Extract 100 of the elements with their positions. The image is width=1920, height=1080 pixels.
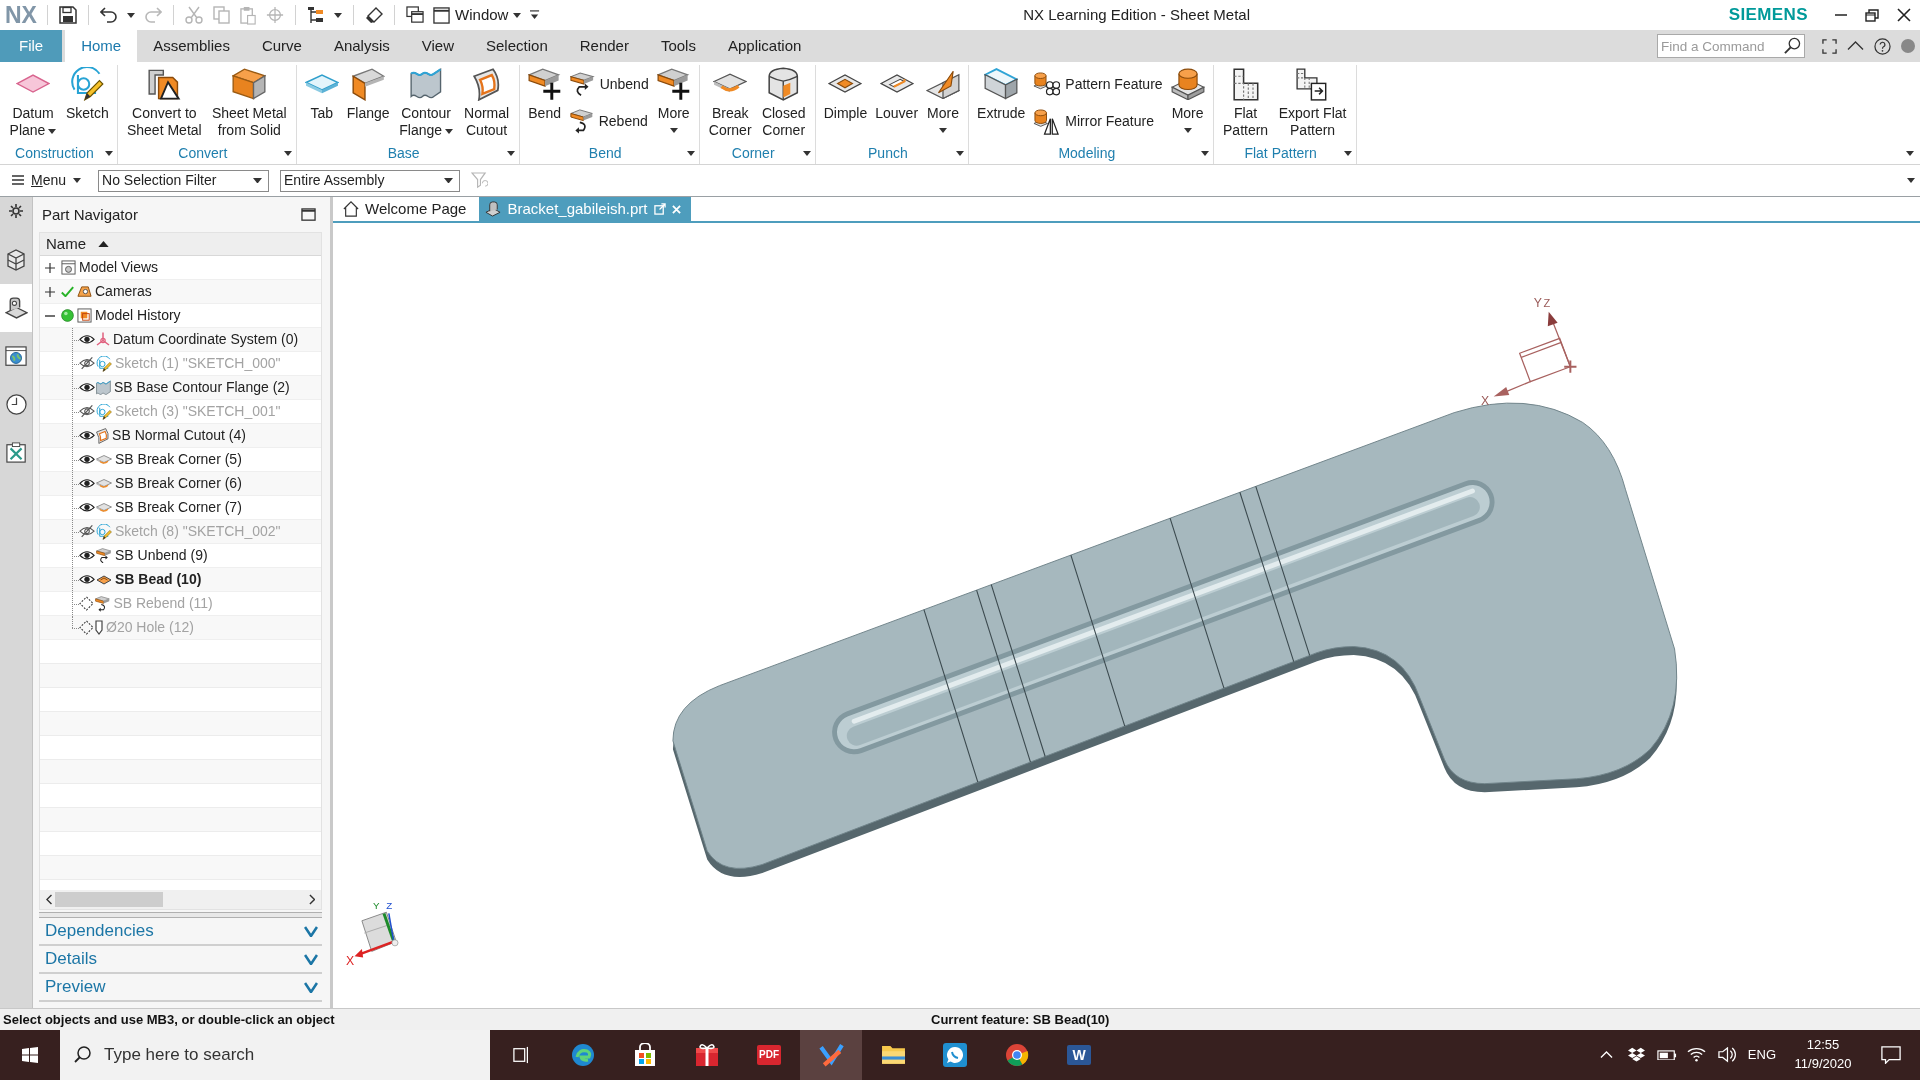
ribbon-tab[interactable]: Application: [711, 30, 818, 62]
expand-icon[interactable]: [45, 286, 55, 297]
menu-button[interactable]: Menu: [0, 172, 88, 189]
datum-csys-drawing[interactable]: [1493, 311, 1578, 397]
taskbar-button[interactable]: W: [1048, 1030, 1110, 1080]
volume-icon[interactable]: [1717, 1047, 1736, 1063]
ribbon-button[interactable]: Closed Corner: [756, 65, 811, 139]
battery-icon[interactable]: [1656, 1049, 1677, 1061]
caret-icon[interactable]: [1200, 151, 1209, 156]
caret-icon[interactable]: [956, 151, 965, 156]
clock-date[interactable]: 11/9/2020: [1794, 1055, 1852, 1074]
resource-tab[interactable]: [0, 284, 32, 332]
eye-icon[interactable]: [79, 502, 95, 513]
horizontal-scrollbar[interactable]: [40, 890, 321, 909]
expand-icon[interactable]: [45, 262, 55, 273]
ribbon-button[interactable]: Contour Flange: [393, 65, 459, 139]
eye-icon[interactable]: [79, 430, 95, 441]
caret-icon[interactable]: [104, 151, 113, 156]
collapse-icon[interactable]: [45, 314, 55, 317]
ribbon-tab[interactable]: Render: [563, 30, 645, 62]
search-icon[interactable]: [74, 1046, 91, 1063]
diamond-grid-icon[interactable]: [1628, 1047, 1646, 1063]
ribbon-button[interactable]: Sheet Metal from Solid: [206, 65, 292, 139]
dashed-diamond-icon[interactable]: [79, 596, 94, 611]
maximize-icon[interactable]: [301, 207, 316, 222]
tree-item[interactable]: SB Break Corner (6): [40, 472, 321, 496]
tree-item[interactable]: SB Unbend (9): [40, 544, 321, 568]
ribbon-tab[interactable]: Selection: [470, 30, 564, 62]
scope-dropdown[interactable]: Entire Assembly: [280, 169, 461, 192]
ribbon-button[interactable]: Normal Cutout: [458, 65, 515, 139]
fullscreen-icon[interactable]: [1822, 38, 1837, 54]
caret-icon[interactable]: [802, 151, 811, 156]
ribbon-button[interactable]: Flat Pattern: [1217, 65, 1274, 139]
ribbon-tab[interactable]: Analysis: [317, 30, 406, 62]
windows-icon[interactable]: [406, 6, 425, 24]
caret-icon[interactable]: [1343, 151, 1352, 156]
ribbon-button[interactable]: Break Corner: [703, 65, 757, 139]
section-header[interactable]: Preview: [39, 974, 322, 1002]
ribbon-button[interactable]: Mirror Feature: [1029, 108, 1167, 135]
tree-item[interactable]: SB Bead (10): [40, 568, 321, 592]
dashed-diamond-icon[interactable]: [79, 620, 94, 635]
tree-item[interactable]: SB Normal Cutout (4): [40, 424, 321, 448]
ribbon-tab[interactable]: View: [405, 30, 470, 62]
ribbon-button[interactable]: Pattern Feature: [1029, 71, 1167, 98]
caret-icon[interactable]: [126, 12, 135, 18]
taskbar-button[interactable]: PDF: [738, 1030, 800, 1080]
close-icon[interactable]: [1897, 8, 1911, 22]
wifi-icon[interactable]: [1687, 1047, 1707, 1063]
scrollbar-thumb[interactable]: [55, 892, 164, 907]
ribbon-button[interactable]: Bend: [523, 65, 566, 122]
eye-slash-icon[interactable]: [79, 357, 95, 370]
eye-icon[interactable]: [79, 454, 95, 465]
tree-item[interactable]: SB Break Corner (5): [40, 448, 321, 472]
eye-icon[interactable]: [79, 478, 95, 489]
eye-icon[interactable]: [79, 382, 95, 393]
help-icon[interactable]: [1874, 37, 1891, 55]
caret-icon[interactable]: [334, 12, 343, 18]
language-indicator[interactable]: ENG: [1747, 1047, 1776, 1063]
arrow-left-icon[interactable]: [46, 894, 53, 905]
ribbon-button[interactable]: More: [1166, 65, 1209, 133]
ribbon-button[interactable]: Unbend: [565, 71, 653, 98]
tree-icon[interactable]: [307, 6, 325, 24]
tree-item[interactable]: Cameras: [40, 280, 321, 304]
eye-slash-icon[interactable]: [79, 405, 95, 418]
view-triad-drawing[interactable]: [354, 911, 399, 958]
caret-icon[interactable]: [283, 151, 292, 156]
dot-icon[interactable]: [1901, 39, 1915, 53]
search-icon[interactable]: [1784, 37, 1801, 54]
save-icon[interactable]: [58, 6, 77, 24]
selection-filter-dropdown[interactable]: No Selection Filter: [98, 169, 270, 192]
undo-icon[interactable]: [99, 7, 117, 23]
caret-icon[interactable]: [686, 151, 695, 156]
clock-time[interactable]: 12:55: [1806, 1036, 1840, 1055]
ribbon-button[interactable]: Rebend: [565, 108, 653, 135]
ribbon-button[interactable]: Datum Plane: [4, 65, 62, 139]
eye-icon[interactable]: [79, 334, 95, 345]
ribbon-button[interactable]: More: [922, 65, 965, 133]
command-search-field[interactable]: Find a Command: [1657, 34, 1805, 58]
ribbon-button[interactable]: Export Flat Pattern: [1273, 65, 1352, 139]
caret-icon[interactable]: [506, 151, 515, 156]
eye-icon[interactable]: [79, 574, 95, 585]
ribbon-tab[interactable]: Home: [65, 30, 138, 62]
tree-item[interactable]: SB Base Contour Flange (2): [40, 376, 321, 400]
eye-icon[interactable]: [79, 550, 95, 561]
taskbar-search-field[interactable]: Type here to search: [60, 1030, 490, 1080]
ribbon-tab[interactable]: Curve: [245, 30, 318, 62]
ribbon-button[interactable]: More: [652, 65, 695, 133]
arrow-right-icon[interactable]: [308, 894, 315, 905]
window-menu-button[interactable]: Window: [429, 6, 526, 24]
ribbon-button[interactable]: Sketch: [62, 65, 113, 122]
tree-item[interactable]: SB Break Corner (7): [40, 496, 321, 520]
ribbon-button[interactable]: Convert to Sheet Metal: [121, 65, 207, 139]
tree-item[interactable]: Datum Coordinate System (0): [40, 328, 321, 352]
ribbon-button[interactable]: Tab: [300, 65, 343, 122]
ribbon-button[interactable]: Flange: [342, 65, 394, 122]
pop-out-icon[interactable]: [653, 203, 666, 215]
restore-icon[interactable]: [1865, 8, 1879, 22]
section-header[interactable]: Details: [39, 946, 322, 974]
collapse-ribbon-icon[interactable]: [1847, 41, 1864, 51]
chevron-up-icon[interactable]: [1600, 1051, 1614, 1059]
